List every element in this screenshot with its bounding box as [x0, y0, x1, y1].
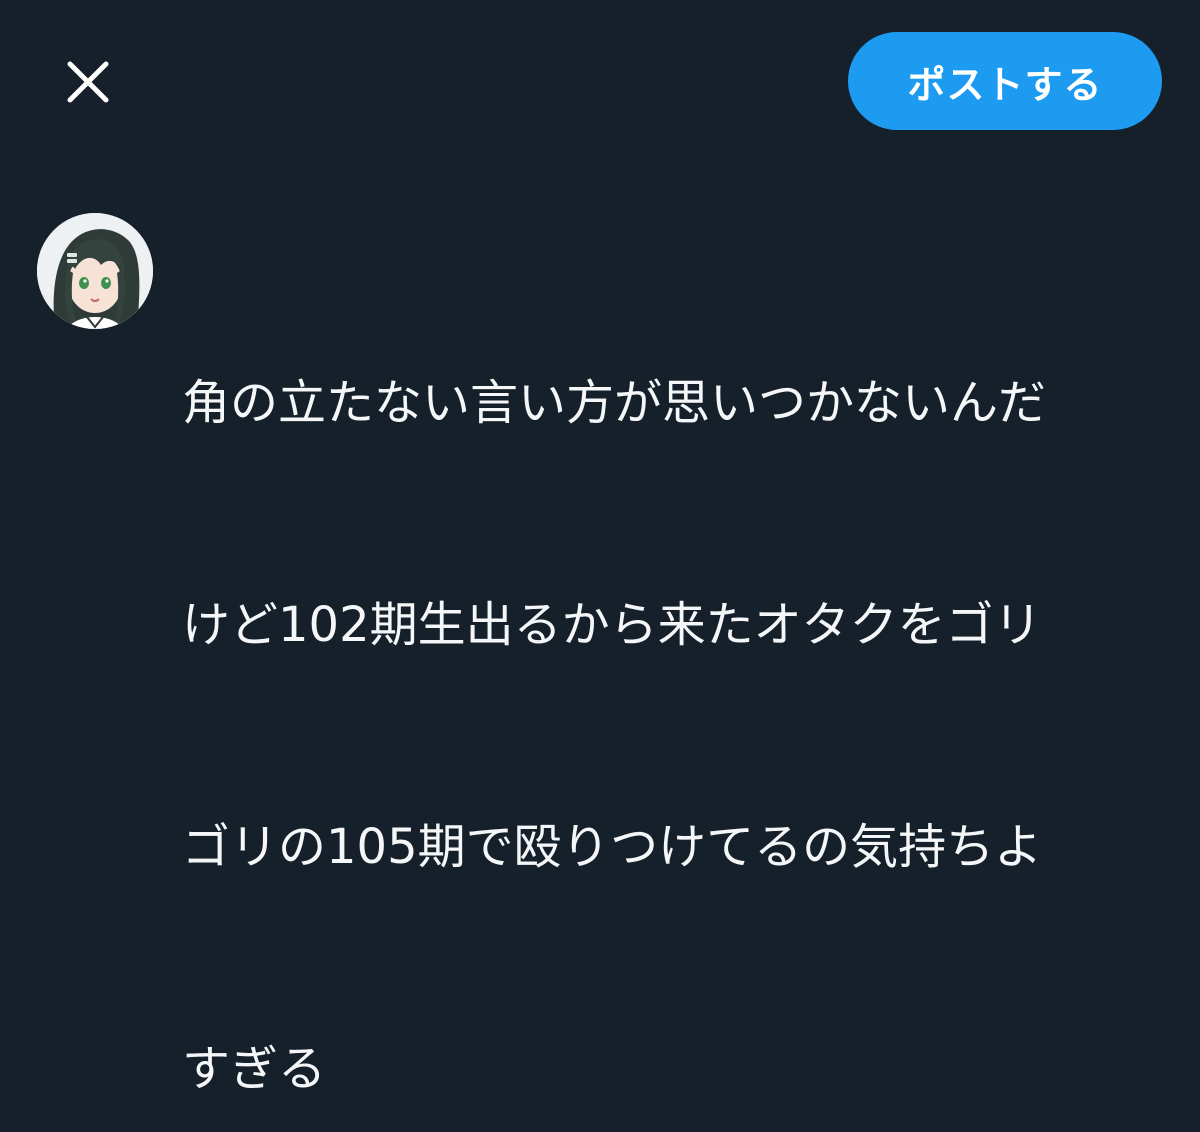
user-avatar-icon	[37, 213, 153, 329]
compose-text-line: 角の立たない言い方が思いつかないんだ	[182, 375, 1047, 431]
avatar[interactable]	[37, 213, 153, 329]
post-button[interactable]: ポストする	[848, 32, 1162, 130]
compose-text-line: ゴリの105期で殴りつけてるの気持ちよ	[182, 819, 1043, 875]
close-icon	[67, 61, 109, 103]
close-button[interactable]	[58, 52, 118, 112]
compose-text-area[interactable]: 角の立たない言い方が思いつかないんだ けど102期生出るから来たオタクをゴリ ゴ…	[182, 218, 1172, 1132]
compose-text-line: けど102期生出るから来たオタクをゴリ	[182, 597, 1042, 653]
compose-text-line: すぎる	[182, 1041, 327, 1097]
